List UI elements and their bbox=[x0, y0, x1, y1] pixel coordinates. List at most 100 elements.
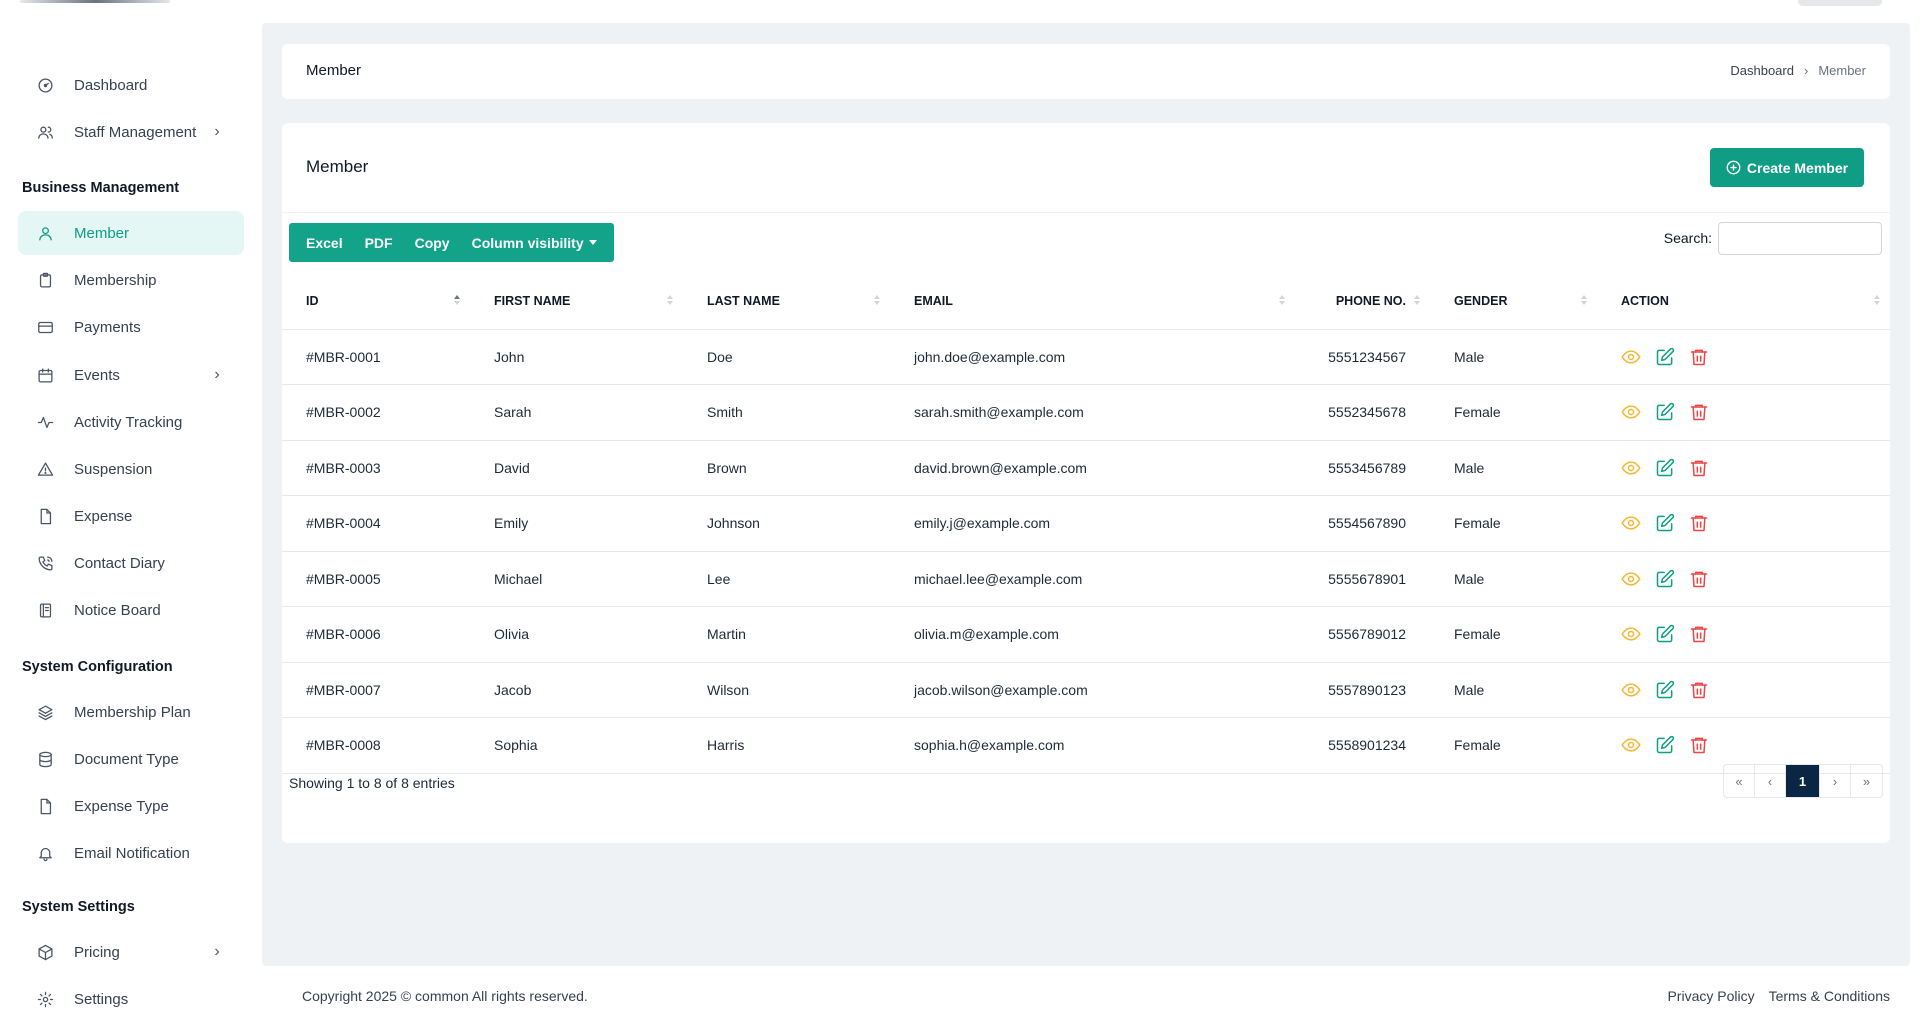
sidebar-item-expense[interactable]: Expense bbox=[18, 494, 244, 538]
delete-trash-icon[interactable] bbox=[1689, 402, 1709, 422]
cell-last-name: Harris bbox=[683, 717, 890, 774]
sidebar-item-notice-board[interactable]: Notice Board bbox=[18, 588, 244, 632]
cell-last-name: Lee bbox=[683, 551, 890, 607]
edit-pencil-icon[interactable] bbox=[1655, 347, 1675, 367]
delete-trash-icon[interactable] bbox=[1689, 680, 1709, 700]
table-row: #MBR-0003 David Brown david.brown@example.c… bbox=[282, 440, 1890, 496]
sidebar-item-member[interactable]: Member bbox=[18, 211, 244, 255]
view-eye-icon[interactable] bbox=[1621, 513, 1641, 533]
cell-first-name: Olivia bbox=[470, 606, 683, 663]
column-header-email[interactable]: EMAIL bbox=[890, 273, 1295, 330]
sidebar-item-staff-management[interactable]: Staff Management › bbox=[18, 110, 244, 154]
view-eye-icon[interactable] bbox=[1621, 680, 1641, 700]
sidebar-item-settings[interactable]: Settings bbox=[18, 977, 244, 1021]
cell-actions bbox=[1597, 662, 1890, 718]
column-header-id[interactable]: ID bbox=[282, 273, 470, 330]
sidebar-item-dashboard[interactable]: Dashboard bbox=[18, 63, 244, 107]
cell-last-name: Johnson bbox=[683, 495, 890, 552]
excel-button[interactable]: Excel bbox=[295, 223, 354, 262]
profile-pill[interactable] bbox=[1798, 0, 1882, 6]
edit-pencil-icon[interactable] bbox=[1655, 680, 1675, 700]
sidebar-item-label: Contact Diary bbox=[74, 554, 165, 572]
search-input[interactable] bbox=[1718, 222, 1882, 255]
column-header-first-name[interactable]: FIRST NAME bbox=[470, 273, 683, 330]
sort-icon bbox=[1279, 295, 1285, 305]
sidebar-item-document-type[interactable]: Document Type bbox=[18, 737, 244, 781]
sidebar-item-suspension[interactable]: Suspension bbox=[18, 447, 244, 491]
copy-button[interactable]: Copy bbox=[404, 223, 461, 262]
sidebar-item-payments[interactable]: Payments bbox=[18, 305, 244, 349]
sidebar-item-label: Member bbox=[74, 224, 130, 242]
edit-pencil-icon[interactable] bbox=[1655, 458, 1675, 478]
delete-trash-icon[interactable] bbox=[1689, 347, 1709, 367]
cell-last-name: Wilson bbox=[683, 662, 890, 718]
cell-phone: 5555678901 bbox=[1295, 551, 1430, 607]
column-header-last-name[interactable]: LAST NAME bbox=[683, 273, 890, 330]
terms-conditions-link[interactable]: Terms & Conditions bbox=[1769, 988, 1890, 1004]
privacy-policy-link[interactable]: Privacy Policy bbox=[1667, 988, 1754, 1004]
sidebar-item-label: Document Type bbox=[74, 750, 179, 768]
sidebar-item-contact-diary[interactable]: Contact Diary bbox=[18, 541, 244, 585]
delete-trash-icon[interactable] bbox=[1689, 569, 1709, 589]
pagination-prev[interactable]: ‹ bbox=[1755, 765, 1786, 797]
card-title: Member bbox=[306, 157, 369, 176]
edit-pencil-icon[interactable] bbox=[1655, 569, 1675, 589]
view-eye-icon[interactable] bbox=[1621, 569, 1641, 589]
pdf-button[interactable]: PDF bbox=[354, 223, 404, 262]
users-icon bbox=[36, 123, 54, 141]
column-header-phone-no[interactable]: PHONE NO. bbox=[1295, 273, 1430, 330]
view-eye-icon[interactable] bbox=[1621, 458, 1641, 478]
edit-pencil-icon[interactable] bbox=[1655, 402, 1675, 422]
column-visibility-button[interactable]: Column visibility bbox=[461, 223, 608, 262]
table-row: #MBR-0006 Olivia Martin olivia.m@example.co… bbox=[282, 606, 1890, 663]
create-member-button[interactable]: Create Member bbox=[1710, 148, 1864, 187]
cell-email: jacob.wilson@example.com bbox=[890, 662, 1295, 718]
sidebar-item-email-notification[interactable]: Email Notification bbox=[18, 831, 244, 875]
cell-gender: Female bbox=[1430, 717, 1597, 774]
sidebar-item-label: Pricing bbox=[74, 943, 120, 961]
sidebar-item-pricing[interactable]: Pricing › bbox=[18, 930, 244, 974]
cell-gender: Male bbox=[1430, 440, 1597, 496]
sidebar-item-membership[interactable]: Membership bbox=[18, 258, 244, 302]
pagination-first[interactable]: « bbox=[1724, 765, 1755, 797]
sidebar-item-label: Expense Type bbox=[74, 797, 169, 815]
cell-gender: Male bbox=[1430, 551, 1597, 607]
sidebar-item-activity-tracking[interactable]: Activity Tracking bbox=[18, 400, 244, 444]
view-eye-icon[interactable] bbox=[1621, 624, 1641, 644]
view-eye-icon[interactable] bbox=[1621, 347, 1641, 367]
cell-phone: 5557890123 bbox=[1295, 662, 1430, 718]
cell-gender: Female bbox=[1430, 384, 1597, 441]
pagination-page-1[interactable]: 1 bbox=[1786, 765, 1820, 797]
chevron-right-icon: › bbox=[214, 366, 220, 383]
edit-pencil-icon[interactable] bbox=[1655, 735, 1675, 755]
edit-pencil-icon[interactable] bbox=[1655, 624, 1675, 644]
sidebar-section-title: System Configuration bbox=[22, 659, 173, 675]
delete-trash-icon[interactable] bbox=[1689, 513, 1709, 533]
sidebar-item-expense-type[interactable]: Expense Type bbox=[18, 784, 244, 828]
column-header-action[interactable]: ACTION bbox=[1597, 273, 1890, 330]
view-eye-icon[interactable] bbox=[1621, 402, 1641, 422]
pagination-last[interactable]: » bbox=[1851, 765, 1882, 797]
cell-first-name: Emily bbox=[470, 495, 683, 552]
delete-trash-icon[interactable] bbox=[1689, 735, 1709, 755]
delete-trash-icon[interactable] bbox=[1689, 458, 1709, 478]
cell-email: emily.j@example.com bbox=[890, 495, 1295, 552]
sidebar-item-events[interactable]: Events › bbox=[18, 353, 244, 397]
sidebar-item-membership-plan[interactable]: Membership Plan bbox=[18, 690, 244, 734]
card-header: Member Create Member bbox=[282, 123, 1890, 213]
edit-pencil-icon[interactable] bbox=[1655, 513, 1675, 533]
cell-phone: 5558901234 bbox=[1295, 717, 1430, 774]
view-eye-icon[interactable] bbox=[1621, 735, 1641, 755]
column-header-gender[interactable]: GENDER bbox=[1430, 273, 1597, 330]
column-header-label: GENDER bbox=[1454, 293, 1508, 308]
cell-phone: 5551234567 bbox=[1295, 329, 1430, 385]
sidebar-section-title: System Settings bbox=[22, 899, 135, 915]
breadcrumb-card: Member Dashboard › Member bbox=[282, 44, 1890, 99]
table-info: Showing 1 to 8 of 8 entries bbox=[289, 775, 455, 791]
page-title: Member bbox=[306, 62, 362, 79]
delete-trash-icon[interactable] bbox=[1689, 624, 1709, 644]
member-table-card: Member Create Member Excel PDF Copy Colu… bbox=[282, 123, 1890, 843]
chevron-right-icon: › bbox=[214, 123, 220, 140]
pagination-next[interactable]: › bbox=[1820, 765, 1851, 797]
breadcrumb-dashboard-link[interactable]: Dashboard bbox=[1730, 63, 1794, 78]
